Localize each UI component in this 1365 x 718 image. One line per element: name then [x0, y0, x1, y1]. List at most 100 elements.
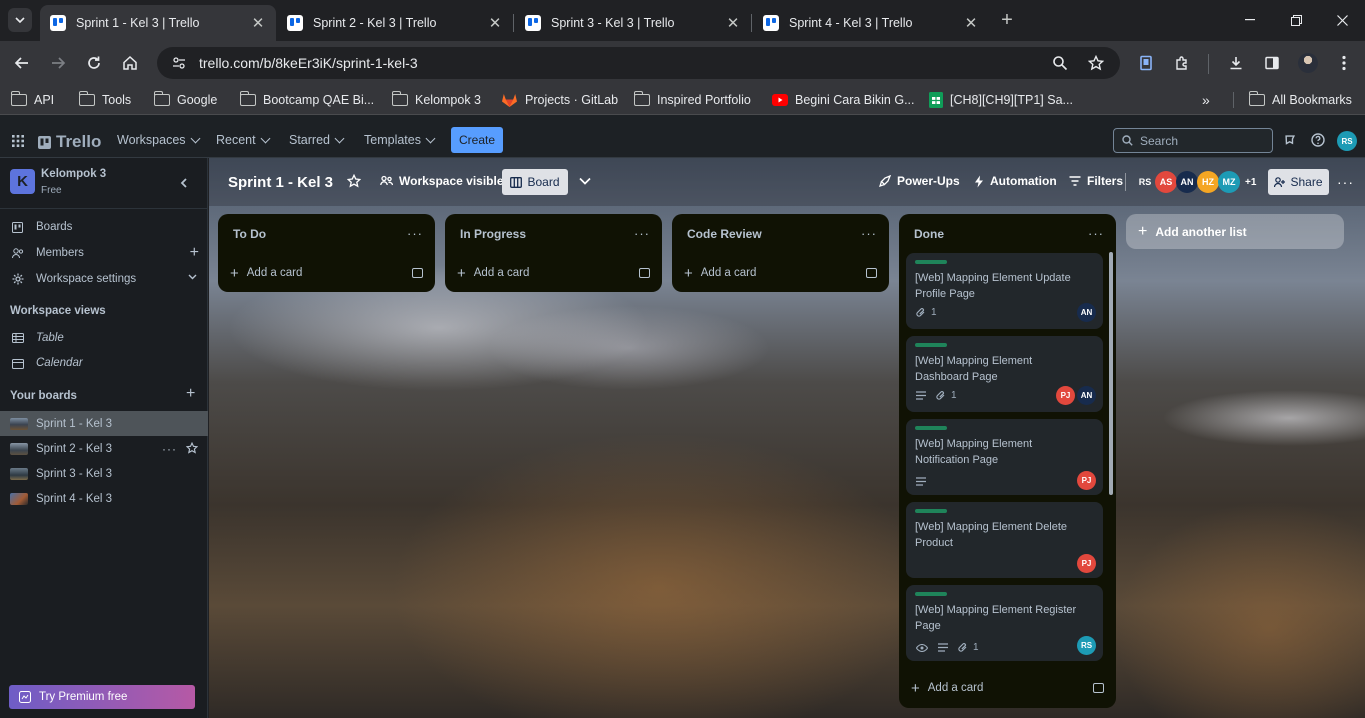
views-dropdown-icon[interactable] — [579, 177, 591, 185]
reload-button[interactable] — [80, 49, 108, 77]
member-avatar[interactable]: RS — [1134, 171, 1156, 193]
card[interactable]: [Web] Mapping Element Update Profile Pag… — [906, 253, 1103, 329]
card-template-icon[interactable] — [866, 268, 877, 278]
sidebar-item-calendar[interactable]: Calendar — [0, 351, 208, 375]
board-title[interactable]: Sprint 1 - Kel 3 — [228, 174, 333, 191]
star-board-icon[interactable] — [347, 174, 361, 188]
share-button[interactable]: Share — [1268, 169, 1329, 195]
bookmark-folder[interactable]: API — [10, 91, 54, 109]
user-avatar[interactable]: RS — [1337, 131, 1357, 151]
card[interactable]: [Web] Mapping Element Register Page 1 RS — [906, 585, 1103, 661]
close-tab-icon[interactable]: ✕ — [487, 15, 503, 32]
add-board-icon[interactable]: + — [186, 385, 195, 403]
create-button[interactable]: Create — [451, 127, 503, 153]
visibility-button[interactable]: Workspace visible — [380, 174, 504, 188]
card-member-avatar[interactable]: PJ — [1056, 386, 1075, 405]
member-avatar[interactable]: AS — [1155, 171, 1177, 193]
tab-search-button[interactable] — [8, 8, 32, 32]
member-avatar[interactable]: MZ — [1218, 171, 1240, 193]
card[interactable]: [Web] Mapping Element Delete Product PJ — [906, 502, 1103, 578]
star-icon[interactable] — [186, 442, 198, 454]
list-title[interactable]: To Do — [233, 227, 266, 241]
browser-tab[interactable]: Sprint 1 - Kel 3 | Trello ✕ — [40, 5, 276, 41]
recent-menu[interactable]: Recent — [216, 133, 271, 147]
add-list-button[interactable]: + Add another list — [1126, 214, 1344, 249]
starred-menu[interactable]: Starred — [289, 133, 345, 147]
sidebar-board-item[interactable]: Sprint 4 - Kel 3 — [0, 486, 208, 511]
member-avatar[interactable]: HZ — [1197, 171, 1219, 193]
board-options-icon[interactable]: ··· — [162, 442, 177, 456]
forward-button[interactable] — [44, 49, 72, 77]
board-view-button[interactable]: Board — [502, 169, 568, 195]
card-label[interactable] — [915, 592, 947, 596]
browser-tab[interactable]: Sprint 2 - Kel 3 | Trello ✕ — [277, 5, 513, 41]
card-member-avatar[interactable]: AN — [1077, 386, 1096, 405]
trello-logo[interactable]: Trello — [38, 132, 101, 152]
add-member-icon[interactable]: + — [190, 244, 199, 262]
power-ups-button[interactable]: Power-Ups — [879, 174, 960, 188]
sidebar-item-workspace-settings[interactable]: Workspace settings — [0, 267, 208, 291]
automation-button[interactable]: Automation — [974, 174, 1057, 188]
filters-button[interactable]: Filters — [1069, 174, 1123, 188]
card-member-avatar[interactable]: RS — [1077, 636, 1096, 655]
close-tab-icon[interactable]: ✕ — [963, 15, 979, 32]
bookmark-folder[interactable]: Tools — [78, 91, 131, 109]
all-bookmarks-button[interactable]: All Bookmarks — [1248, 91, 1352, 109]
restore-button[interactable] — [1276, 8, 1316, 32]
bookmark-folder[interactable]: Inspired Portfolio — [633, 91, 751, 109]
new-tab-button[interactable]: + — [993, 8, 1021, 32]
card-label[interactable] — [915, 426, 947, 430]
add-card-button[interactable]: + Add a card — [230, 261, 302, 285]
side-panel-button[interactable] — [1258, 49, 1286, 77]
sidebar-board-item[interactable]: Sprint 1 - Kel 3 — [0, 411, 208, 436]
sidebar-item-boards[interactable]: Boards — [0, 215, 208, 239]
bookmark-folder[interactable]: Google — [153, 91, 217, 109]
card-label[interactable] — [915, 260, 947, 264]
bookmark-folder[interactable]: Kelompok 3 — [391, 91, 481, 109]
card-template-icon[interactable] — [412, 268, 423, 278]
add-card-button[interactable]: + Add a card — [911, 676, 983, 700]
list-menu-icon[interactable]: ··· — [861, 226, 877, 241]
list-menu-icon[interactable]: ··· — [407, 226, 423, 241]
bookmark-link[interactable]: Projects · GitLab — [501, 91, 618, 109]
list-menu-icon[interactable]: ··· — [1088, 226, 1104, 241]
back-button[interactable] — [8, 49, 36, 77]
browser-menu-button[interactable] — [1330, 49, 1358, 77]
list-scrollbar[interactable] — [1109, 252, 1113, 495]
list-title[interactable]: Code Review — [687, 227, 762, 241]
bookmark-link[interactable]: Begini Cara Bikin G... — [772, 91, 915, 109]
close-tab-icon[interactable]: ✕ — [725, 15, 741, 32]
sidebar-item-table[interactable]: Table — [0, 326, 208, 350]
card-member-avatar[interactable]: PJ — [1077, 471, 1096, 490]
card-label[interactable] — [915, 509, 947, 513]
list-title[interactable]: Done — [914, 227, 944, 241]
browser-tab[interactable]: Sprint 4 - Kel 3 | Trello ✕ — [753, 5, 989, 41]
address-bar[interactable]: trello.com/b/8keEr3iK/sprint-1-kel-3 — [157, 47, 1120, 79]
app-switcher-icon[interactable] — [12, 135, 24, 147]
sidebar-board-item[interactable]: Sprint 2 - Kel 3 ··· — [0, 436, 208, 461]
home-button[interactable] — [116, 49, 144, 77]
card-label[interactable] — [915, 343, 947, 347]
help-icon[interactable] — [1311, 133, 1325, 147]
sidebar-item-members[interactable]: Members + — [0, 241, 208, 265]
collapse-sidebar-button[interactable] — [172, 171, 196, 195]
notifications-icon[interactable] — [1283, 133, 1297, 147]
extension-button[interactable] — [1132, 49, 1160, 77]
bookmark-link[interactable]: [CH8][CH9][TP1] Sa... — [929, 91, 1073, 109]
sidebar-board-item[interactable]: Sprint 3 - Kel 3 — [0, 461, 208, 486]
card-template-icon[interactable] — [639, 268, 650, 278]
card[interactable]: [Web] Mapping Element Notification Page … — [906, 419, 1103, 495]
profile-button[interactable] — [1294, 49, 1322, 77]
try-premium-button[interactable]: Try Premium free — [9, 685, 195, 709]
browser-tab[interactable]: Sprint 3 - Kel 3 | Trello ✕ — [515, 5, 751, 41]
chevron-down-icon[interactable] — [188, 274, 197, 280]
list-title[interactable]: In Progress — [460, 227, 526, 241]
card-template-icon[interactable] — [1093, 683, 1104, 693]
list-menu-icon[interactable]: ··· — [634, 226, 650, 241]
add-card-button[interactable]: + Add a card — [684, 261, 756, 285]
card-member-avatar[interactable]: AN — [1077, 303, 1096, 322]
card-member-avatar[interactable]: PJ — [1077, 554, 1096, 573]
search-input[interactable]: Search — [1113, 128, 1273, 153]
minimize-button[interactable] — [1230, 8, 1270, 32]
downloads-button[interactable] — [1222, 49, 1250, 77]
